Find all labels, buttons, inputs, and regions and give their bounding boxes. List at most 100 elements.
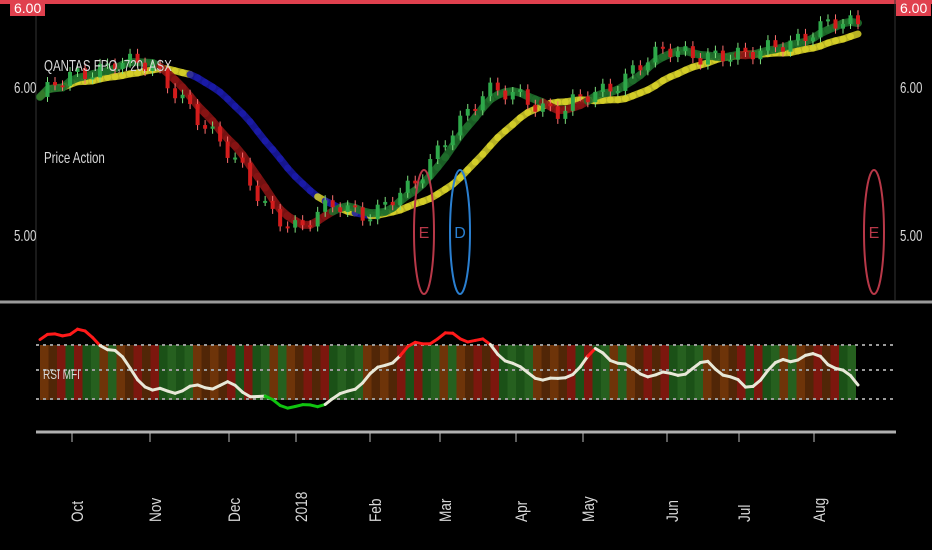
rsi-bar (516, 345, 525, 400)
candle-body (173, 88, 178, 99)
candle-body (240, 157, 245, 163)
candle-body (510, 92, 515, 100)
month-label: Aug (810, 497, 829, 522)
candle-body (315, 211, 320, 227)
candle-body (600, 83, 605, 92)
candle-body (623, 73, 628, 91)
candle-body (735, 47, 740, 60)
candle-body (840, 23, 845, 29)
candle-body (518, 89, 523, 93)
rsi-bar (244, 345, 253, 400)
candle-body (563, 110, 568, 119)
indicator-label: RSI MFI (43, 366, 80, 382)
candle-body (570, 94, 575, 111)
candle-body (750, 52, 755, 60)
candle-body (818, 21, 823, 38)
candle-body (495, 82, 500, 91)
rsi-bar (295, 345, 304, 400)
candle-body (233, 157, 238, 160)
rsi-bar (193, 345, 202, 400)
candle-body (758, 50, 763, 60)
candle-body (188, 94, 193, 105)
rsi-bar (278, 345, 287, 400)
rsi-bar (227, 345, 236, 400)
candle-body (405, 180, 410, 193)
left-price-tick-5: 5.00 (14, 228, 37, 245)
candle-body (728, 59, 733, 62)
candle-body (578, 94, 583, 97)
right-price-tick-6: 6.00 (900, 80, 923, 97)
rsi-bar (541, 345, 550, 400)
left-last-price-tag: 6.00 (10, 0, 46, 16)
rsi-bar (771, 345, 780, 400)
rsi-bar (465, 345, 474, 400)
candle-body (653, 46, 658, 63)
candle-body (375, 204, 380, 220)
rsi-bar (550, 345, 559, 400)
rsi-bar (286, 345, 295, 400)
event-marker-label-1: D (454, 225, 466, 242)
month-label: Dec (225, 497, 244, 522)
candle-body (555, 106, 560, 119)
rsi-bar (414, 345, 423, 400)
candle-body (210, 126, 215, 129)
rsi-bar (320, 345, 329, 400)
candle-body (263, 200, 268, 203)
rsi-bar (210, 345, 219, 400)
rsi-bar (354, 345, 363, 400)
rsi-bar (422, 345, 431, 400)
event-marker-label-0: E (419, 225, 430, 242)
candle-body (443, 145, 448, 148)
candle-body (308, 225, 313, 228)
left-price-tick-6: 6.00 (14, 80, 37, 97)
candle-body (503, 90, 508, 100)
candle-body (848, 15, 853, 24)
candle-body (413, 180, 418, 184)
candle-body (390, 201, 395, 206)
rsi-bar (643, 345, 652, 400)
rsi-bar (99, 345, 108, 400)
candle-body (248, 162, 253, 186)
rsi-bar (150, 345, 159, 400)
candle-body (743, 47, 748, 53)
price-chart: EDE (0, 0, 932, 442)
rsi-bar (609, 345, 618, 400)
rsi-bar (754, 345, 763, 400)
candle-body (473, 108, 478, 111)
candle-body (398, 192, 403, 206)
top-price-line (0, 0, 932, 4)
candle-body (668, 48, 673, 58)
right-last-price-tag: 6.00 (896, 0, 932, 16)
candle-body (465, 108, 470, 116)
month-label: Mar (436, 498, 455, 522)
slow-ma-band (846, 30, 862, 40)
candle-body (195, 104, 200, 126)
candle-body (330, 200, 335, 208)
rsi-bar (388, 345, 397, 400)
candle-body (203, 125, 208, 129)
candle-body (608, 83, 613, 92)
candle-body (278, 208, 283, 227)
candle-body (218, 126, 223, 142)
month-label: Oct (68, 500, 87, 522)
candle-body (360, 207, 365, 221)
rsi-bar (482, 345, 491, 400)
rsi-bar (303, 345, 312, 400)
candle-body (480, 96, 485, 111)
rsi-bar (142, 345, 151, 400)
candle-body (450, 135, 455, 146)
month-label: Feb (366, 498, 385, 522)
rsi-bar (796, 345, 805, 400)
candle-body (353, 205, 358, 208)
candle-body (368, 219, 373, 222)
candle-body (683, 46, 688, 52)
rsi-bar (201, 345, 210, 400)
rsi-bar (830, 345, 839, 400)
rsi-bar (431, 345, 440, 400)
candle-body (270, 200, 275, 209)
rsi-bar (91, 345, 100, 400)
candle-body (638, 65, 643, 71)
candle-body (420, 179, 425, 184)
candle-body (780, 47, 785, 52)
rsi-bar (82, 345, 91, 400)
